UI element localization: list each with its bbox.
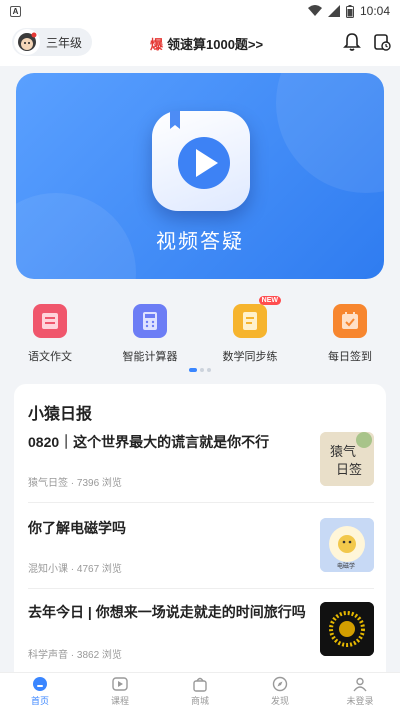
status-time: 10:04 [359,4,390,18]
promo-link[interactable]: 爆 领速算1000题>> [150,34,263,53]
bottom-tab-bar: 首页 课程 商城 发现 未登录 [0,672,400,709]
tool-shortcuts: 语文作文 智能计算器 NEW 数学同步练 每日签到 [0,296,400,370]
news-meta: 猿气日签 · 7396 浏览 [28,478,122,489]
promo-text: 领速算1000题>> [167,37,264,52]
video-qa-banner[interactable]: 视频答疑 [16,73,384,279]
news-meta: 科学声音 · 3862 浏览 [28,650,122,661]
tool-smart-calculator[interactable]: 智能计算器 [100,300,200,370]
status-bar: A 10:04 [0,0,400,22]
news-thumbnail: 猿气 日签 [320,432,374,486]
tab-profile[interactable]: 未登录 [320,673,400,709]
tab-label: 首页 [30,695,49,706]
bell-icon[interactable] [342,32,362,52]
news-title: 你了解电磁学吗 [28,520,126,536]
grade-label: 三年级 [46,35,83,50]
video-play-icon [152,111,250,211]
tab-label: 未登录 [346,695,374,706]
tab-mall[interactable]: 商城 [160,673,240,709]
home-icon [33,676,47,691]
tool-label: 数学同步练 [222,351,278,363]
tab-label: 发现 [270,695,289,706]
thumb-text-2: 日签 [336,462,362,478]
news-item[interactable]: 0820｜这个世界最大的谎言就是你不行 猿气日签 · 7396 浏览 猿气 日签 [28,432,374,503]
tab-label: 课程 [110,695,129,706]
promo-flame-icon: 爆 [150,37,164,52]
daily-report-card: 小猿日报 0820｜这个世界最大的谎言就是你不行 猿气日签 · 7396 浏览 … [14,384,386,684]
tool-label: 语文作文 [28,351,72,363]
news-title: 去年今日 | 你想来一场说走就走的时间旅行吗 [28,604,306,620]
thumb-text-1: 猿气 [330,444,356,460]
tool-math-sync-practice[interactable]: NEW 数学同步练 [200,296,300,370]
page-indicator [189,368,211,372]
daily-report-title: 小猿日报 [28,406,93,423]
checkin-calendar-icon [333,304,367,338]
news-title: 0820｜这个世界最大的谎言就是你不行 [28,434,270,450]
tab-discover[interactable]: 发现 [240,673,320,709]
wifi-icon [307,5,322,16]
history-icon[interactable] [372,32,392,52]
grade-selector[interactable]: 三年级 [12,28,93,56]
tool-label: 每日签到 [328,351,372,363]
news-item[interactable]: 去年今日 | 你想来一场说走就走的时间旅行吗 科学声音 · 3862 浏览 [28,602,374,682]
course-play-icon [112,676,128,691]
news-item[interactable]: 你了解电磁学吗 混知小课 · 4767 浏览 电磁学 [28,518,374,589]
tool-daily-checkin[interactable]: 每日签到 [300,300,400,370]
tool-chinese-writing[interactable]: 语文作文 [0,300,100,370]
calculator-icon [133,304,167,338]
book-icon [33,304,67,338]
tab-label: 商城 [190,695,209,706]
monkey-avatar-icon [14,29,40,55]
notification-a-icon: A [10,5,21,17]
top-header: 三年级 爆 领速算1000题>> [0,22,400,66]
new-badge: NEW [258,296,281,305]
tool-label: 智能计算器 [122,351,178,363]
thumb-caption: 电磁学 [337,562,355,570]
banner-title: 视频答疑 [156,231,244,253]
user-icon [353,677,367,691]
news-meta: 混知小课 · 4767 浏览 [28,564,122,575]
discover-compass-icon [272,676,288,691]
battery-icon [345,4,354,18]
mall-bag-icon [193,677,207,692]
news-thumbnail [320,602,374,656]
tab-courses[interactable]: 课程 [80,673,160,709]
practice-icon: NEW [233,296,281,338]
tab-home[interactable]: 首页 [0,673,80,709]
signal-icon [327,5,340,17]
news-thumbnail: 电磁学 [320,518,374,572]
